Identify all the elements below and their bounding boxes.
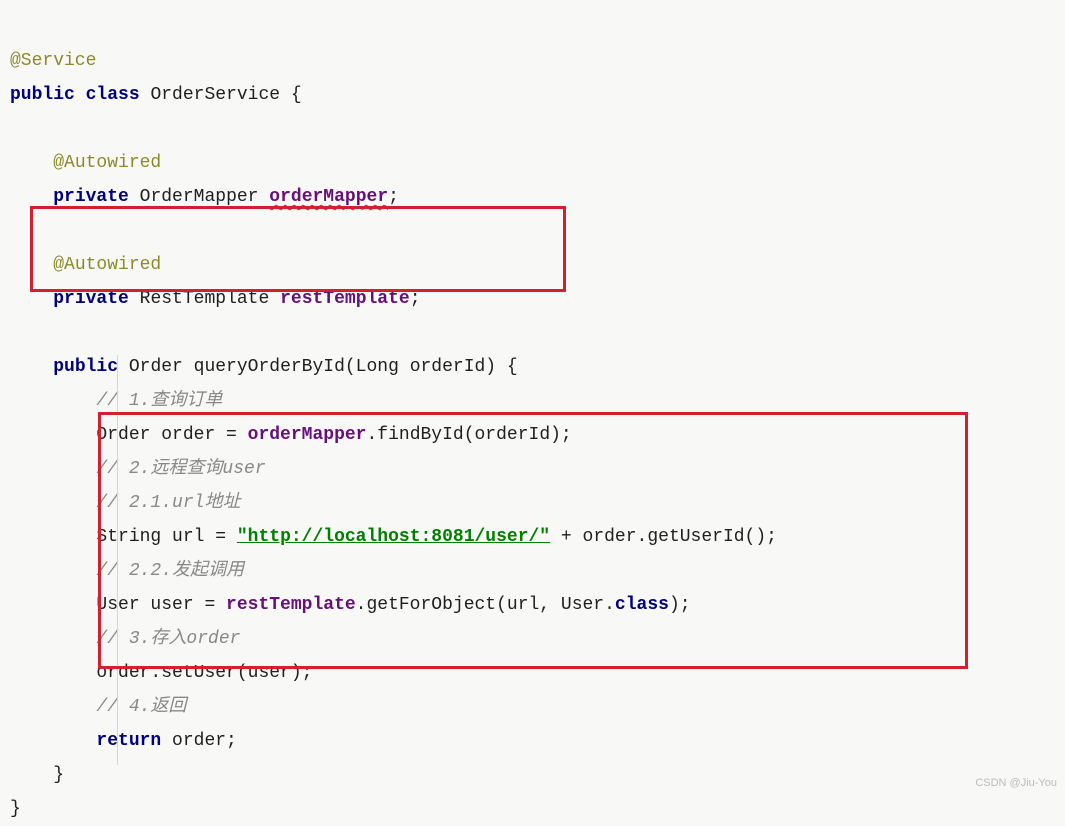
- keyword-public-method: public: [53, 357, 118, 377]
- method-signature: Order queryOrderById(Long orderId) {: [129, 357, 518, 377]
- code-line-15b: + order.getUserId();: [550, 527, 777, 547]
- field-resttemplate: restTemplate: [280, 289, 410, 309]
- code-line-17a: User user =: [96, 595, 226, 615]
- string-url: "http://localhost:8081/user/": [237, 527, 550, 547]
- field-ordermapper: orderMapper: [269, 187, 388, 207]
- annotation-service: @Service: [10, 51, 96, 71]
- brace-close-method: }: [53, 765, 64, 785]
- type-resttemplate: RestTemplate: [140, 289, 270, 309]
- keyword-class-ref: class: [615, 595, 669, 615]
- code-line-12a: Order order =: [96, 425, 247, 445]
- class-name: OrderService {: [150, 85, 301, 105]
- keyword-private-1: private: [53, 187, 129, 207]
- type-ordermapper: OrderMapper: [140, 187, 259, 207]
- code-line-17c: );: [669, 595, 691, 615]
- return-value: order;: [161, 731, 237, 751]
- semicolon-2: ;: [410, 289, 421, 309]
- comment-22: // 2.2.发起调用: [96, 561, 244, 581]
- keyword-return: return: [96, 731, 161, 751]
- field-ref-resttemplate: restTemplate: [226, 595, 356, 615]
- field-ref-ordermapper: orderMapper: [248, 425, 367, 445]
- watermark-text: CSDN @Jiu-You: [975, 766, 1057, 800]
- comment-21: // 2.1.url地址: [96, 493, 240, 513]
- annotation-autowired-1: @Autowired: [53, 153, 161, 173]
- indent-guide: [117, 355, 118, 765]
- code-line-12b: .findById(orderId);: [366, 425, 571, 445]
- comment-1: // 1.查询订单: [96, 391, 222, 411]
- keyword-class: class: [86, 85, 140, 105]
- semicolon: ;: [388, 187, 399, 207]
- code-line-19: order.setUser(user);: [96, 663, 312, 683]
- brace-close-class: }: [10, 799, 21, 819]
- keyword-public: public: [10, 85, 75, 105]
- code-block: @Service public class OrderService { @Au…: [10, 10, 1055, 826]
- annotation-autowired-2: @Autowired: [53, 255, 161, 275]
- code-line-17b: .getForObject(url, User.: [356, 595, 615, 615]
- comment-4: // 4.返回: [96, 697, 186, 717]
- comment-2: // 2.远程查询user: [96, 459, 265, 479]
- keyword-private-2: private: [53, 289, 129, 309]
- comment-3: // 3.存入order: [96, 629, 240, 649]
